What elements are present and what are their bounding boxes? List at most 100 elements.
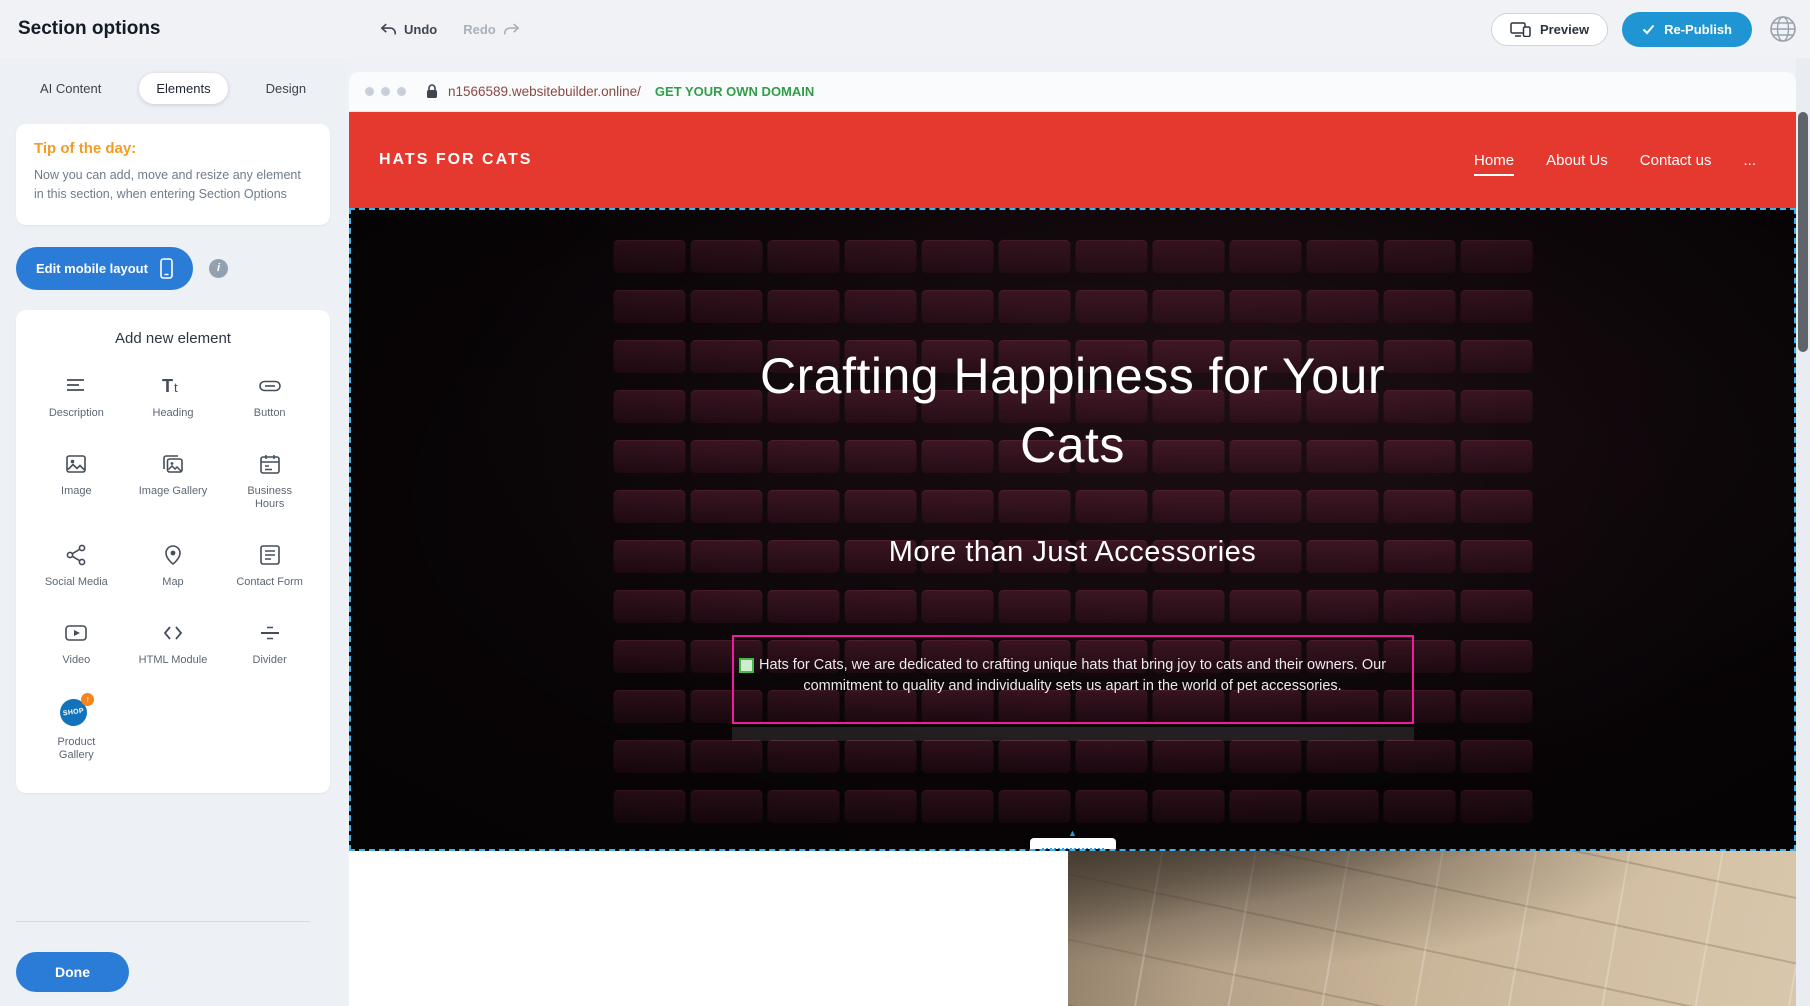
nav-contact-us[interactable]: Contact us	[1640, 152, 1712, 169]
brick	[1229, 740, 1301, 773]
image-icon	[64, 451, 88, 477]
add-element-panel: Add new element Description Tt Heading B…	[16, 310, 330, 793]
tab-elements[interactable]: Elements	[139, 73, 227, 104]
heading-icon: Tt	[161, 373, 185, 399]
svg-text:t: t	[174, 380, 178, 395]
hero-paragraph[interactable]: Hats for Cats, we are dedicated to craft…	[734, 637, 1412, 697]
edit-mobile-label: Edit mobile layout	[36, 261, 148, 276]
brick	[613, 490, 685, 523]
site-url[interactable]: n1566589.websitebuilder.online/	[448, 84, 641, 99]
brick	[1383, 290, 1455, 323]
brick	[613, 340, 685, 373]
brick	[613, 440, 685, 473]
brick	[1306, 290, 1378, 323]
brick	[1229, 240, 1301, 273]
brick	[690, 390, 762, 423]
element-social-media[interactable]: Social Media	[28, 542, 125, 590]
social-media-icon	[64, 542, 88, 568]
redo-button[interactable]: Redo	[463, 22, 520, 37]
preview-button[interactable]: Preview	[1491, 13, 1608, 46]
brick	[1383, 440, 1455, 473]
brick	[1075, 590, 1147, 623]
element-divider[interactable]: Divider	[221, 620, 318, 668]
element-business-hours[interactable]: Business Hours	[221, 451, 318, 513]
element-video[interactable]: Video	[28, 620, 125, 668]
brick	[998, 240, 1070, 273]
window-controls	[365, 87, 406, 96]
element-contact-form[interactable]: Contact Form	[221, 542, 318, 590]
undo-label: Undo	[404, 22, 437, 37]
resize-dotted-line	[1042, 848, 1104, 850]
window-control-dot	[365, 87, 374, 96]
brick	[1229, 490, 1301, 523]
brick	[1152, 740, 1224, 773]
add-element-title: Add new element	[28, 330, 318, 347]
next-section[interactable]	[349, 851, 1796, 1006]
brick	[921, 590, 993, 623]
brick	[844, 290, 916, 323]
brick	[1460, 290, 1532, 323]
brick	[998, 740, 1070, 773]
element-html-module[interactable]: HTML Module	[125, 620, 222, 668]
brick	[690, 240, 762, 273]
get-your-own-domain-link[interactable]: GET YOUR OWN DOMAIN	[655, 84, 814, 99]
element-map[interactable]: Map	[125, 542, 222, 590]
nav-about-us[interactable]: About Us	[1546, 152, 1608, 169]
brick	[1383, 240, 1455, 273]
brick	[767, 740, 839, 773]
brick	[1075, 490, 1147, 523]
brick	[844, 740, 916, 773]
language-globe-button[interactable]	[1766, 12, 1800, 46]
brick	[1383, 590, 1455, 623]
contact-form-icon	[258, 542, 282, 568]
brick	[1075, 790, 1147, 823]
brick	[844, 590, 916, 623]
brick	[767, 240, 839, 273]
brick	[767, 490, 839, 523]
video-icon	[64, 620, 88, 646]
hero-heading[interactable]: Crafting Happiness for Your Cats	[753, 342, 1393, 480]
brick	[690, 290, 762, 323]
brick	[1460, 490, 1532, 523]
element-heading[interactable]: Tt Heading	[125, 373, 222, 421]
tab-design[interactable]: Design	[258, 73, 314, 104]
business-hours-icon	[258, 451, 282, 477]
hero-subheading[interactable]: More than Just Accessories	[351, 536, 1794, 569]
nav-more[interactable]: ...	[1743, 152, 1756, 169]
hero-section-selected[interactable]: Crafting Happiness for Your Cats More th…	[349, 208, 1796, 851]
site-logo[interactable]: HATS FOR CATS	[379, 151, 532, 169]
undo-redo-group: Undo Redo	[380, 22, 520, 37]
paragraph-selection-box[interactable]: Hats for Cats, we are dedicated to craft…	[732, 635, 1414, 724]
brick	[1306, 790, 1378, 823]
element-button[interactable]: Button	[221, 373, 318, 421]
undo-button[interactable]: Undo	[380, 22, 437, 37]
brick	[921, 740, 993, 773]
edit-mobile-layout-button[interactable]: Edit mobile layout	[16, 247, 193, 290]
image-gallery-icon	[161, 451, 185, 477]
element-image-gallery[interactable]: Image Gallery	[125, 451, 222, 513]
brick	[1306, 240, 1378, 273]
brick	[767, 290, 839, 323]
brick	[767, 790, 839, 823]
brick	[613, 690, 685, 723]
element-image[interactable]: Image	[28, 451, 125, 513]
sidebar-tabs: AI Content Elements Design	[0, 70, 346, 106]
republish-button[interactable]: Re-Publish	[1622, 12, 1752, 47]
element-description[interactable]: Description	[28, 373, 125, 421]
done-button[interactable]: Done	[16, 952, 129, 992]
brick	[1383, 790, 1455, 823]
scrollbar-thumb[interactable]	[1798, 112, 1808, 352]
brick	[844, 240, 916, 273]
tab-ai-content[interactable]: AI Content	[32, 73, 109, 104]
element-product-gallery[interactable]: SHOP ↑ Product Gallery	[28, 698, 125, 764]
scrollbar-track[interactable]	[1796, 58, 1810, 1006]
paragraph-ghost-bar	[732, 727, 1414, 741]
section-resize-handle[interactable]: ▲ ▼	[1030, 828, 1116, 851]
info-icon[interactable]: i	[209, 259, 228, 278]
nav-home[interactable]: Home	[1474, 152, 1514, 169]
phone-icon	[160, 258, 173, 279]
brick	[921, 490, 993, 523]
drag-handle[interactable]	[739, 658, 754, 673]
tip-card: Tip of the day: Now you can add, move an…	[16, 124, 330, 225]
brick	[1075, 290, 1147, 323]
